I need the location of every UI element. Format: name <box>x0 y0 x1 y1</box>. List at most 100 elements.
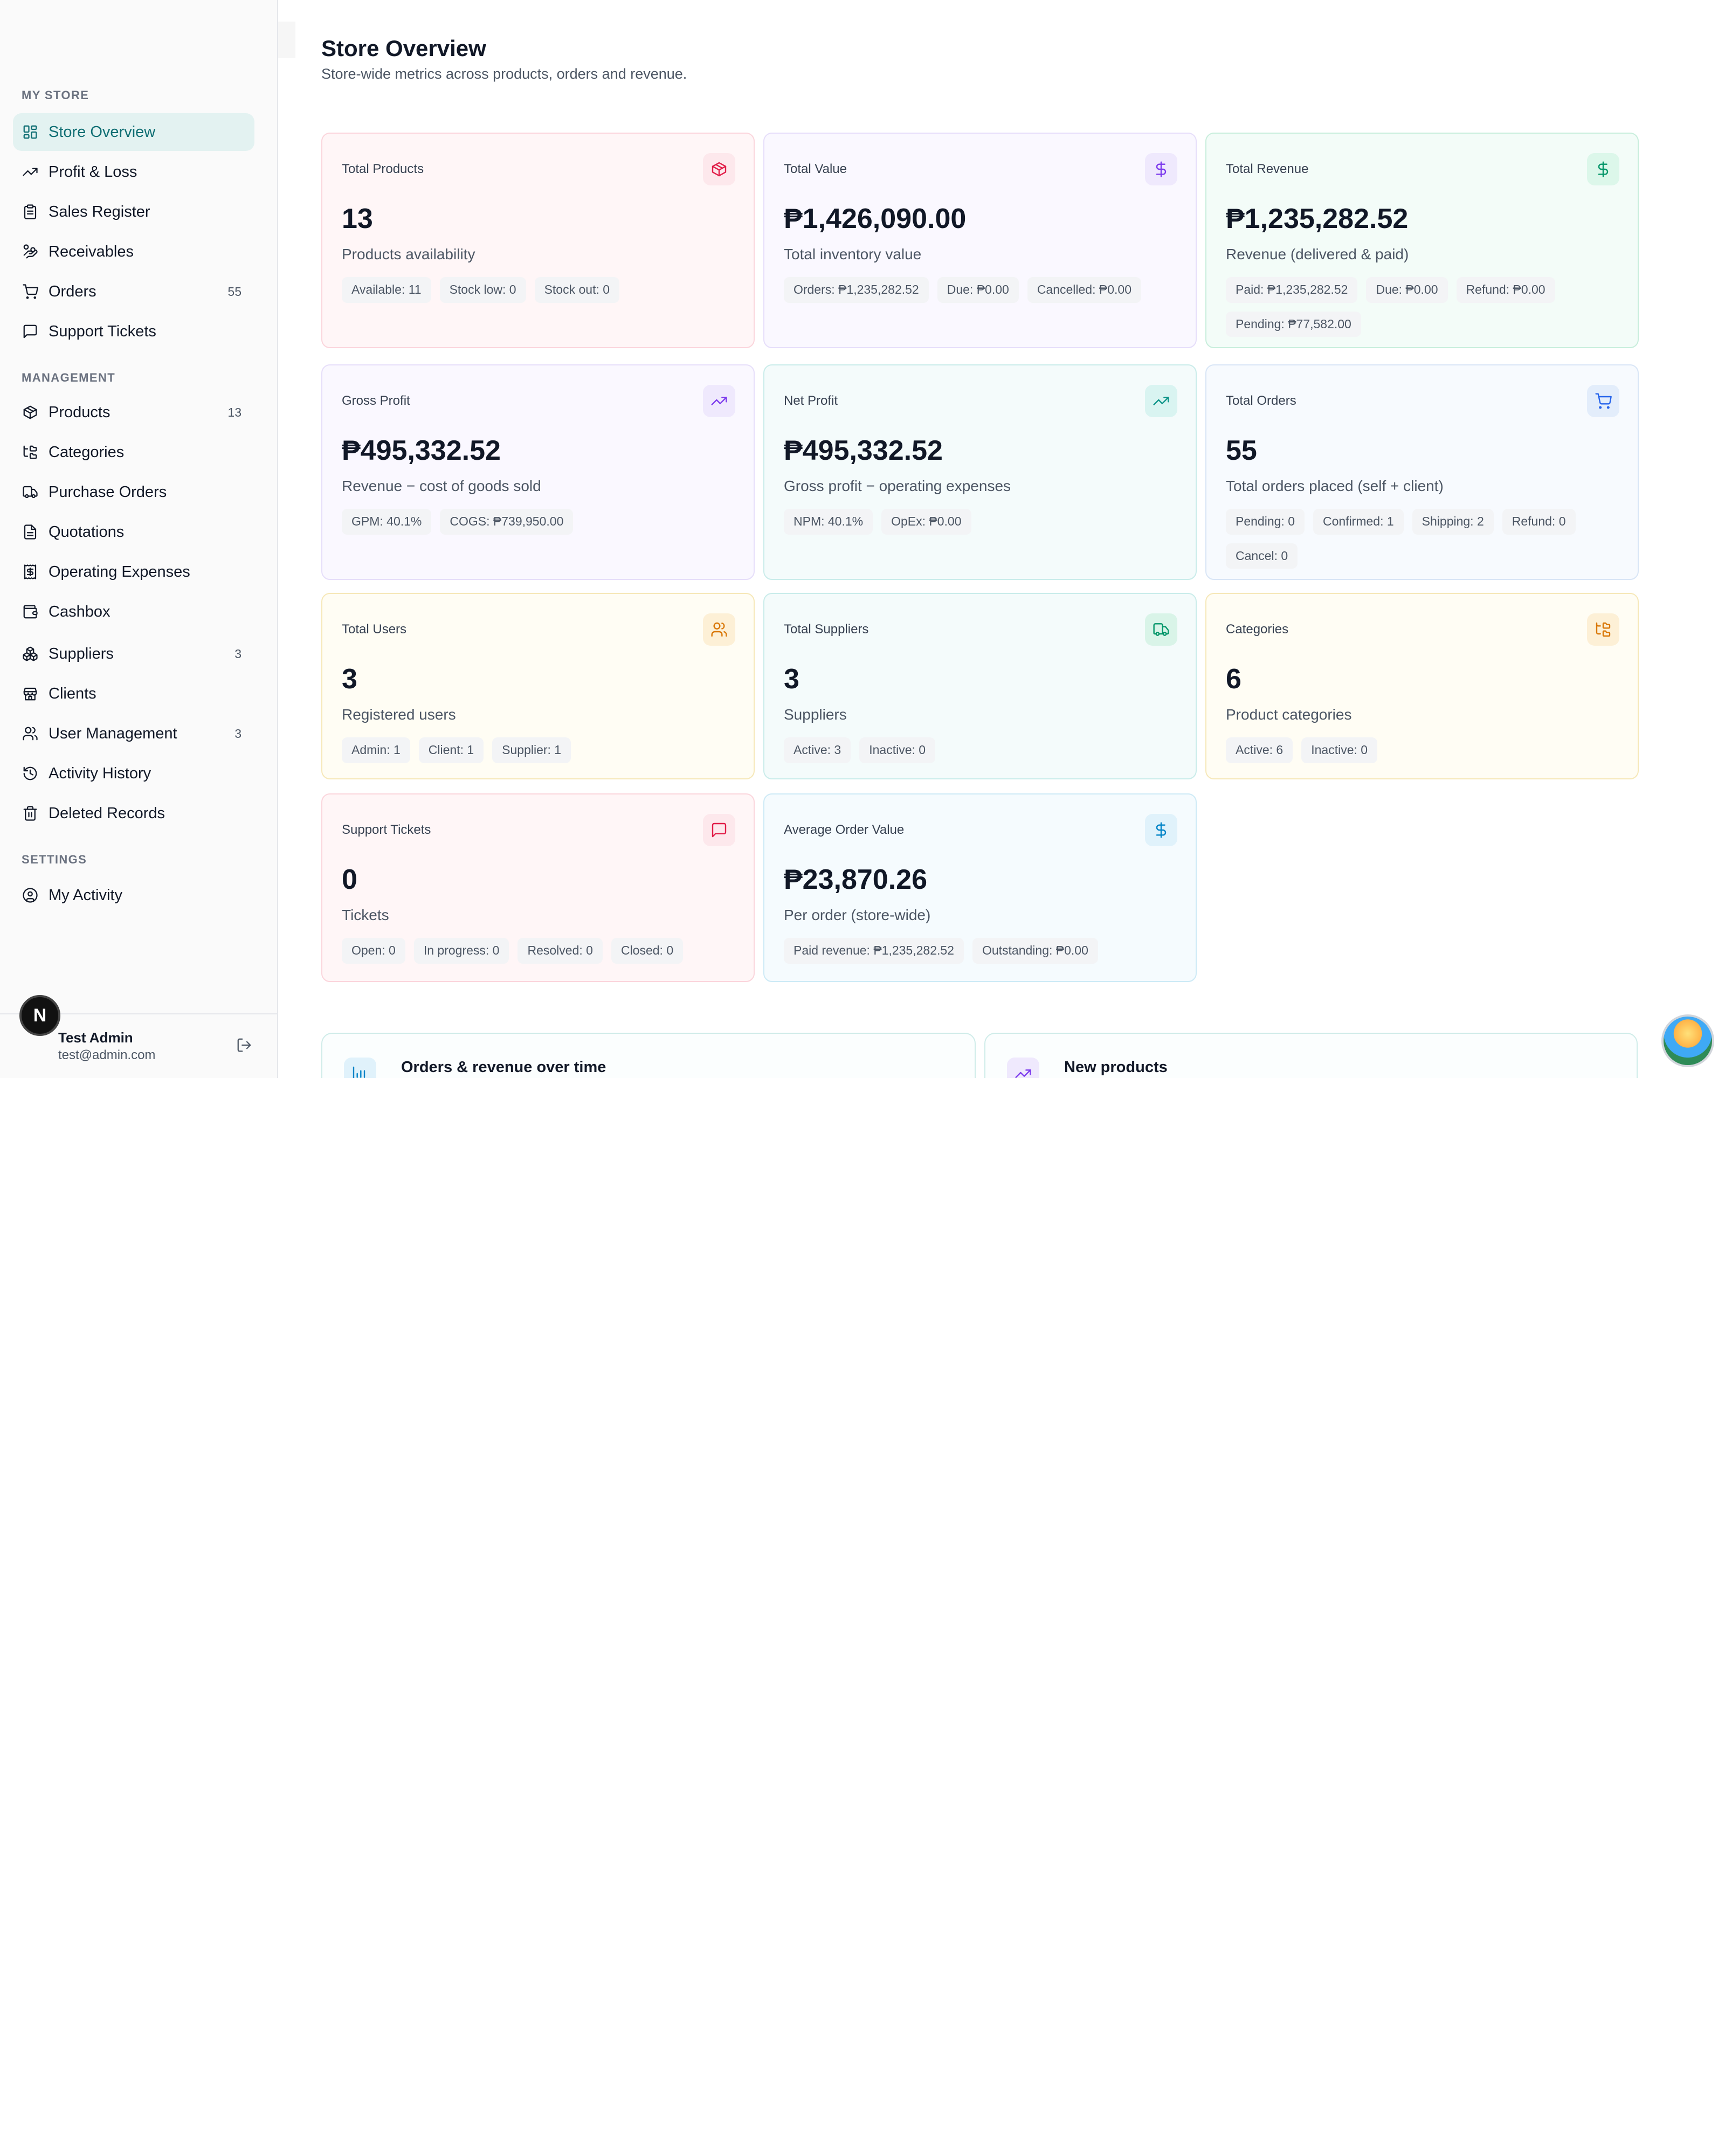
sidebar-item-clients[interactable]: Clients <box>13 675 254 713</box>
card-title: Gross Profit <box>342 393 410 408</box>
stat-chip: Admin: 1 <box>342 737 410 763</box>
sidebar-item-quotations[interactable]: Quotations <box>13 513 254 551</box>
sidebar-item-label: Quotations <box>49 523 125 541</box>
section-label-settings: SETTINGS <box>22 853 87 866</box>
card-description: Total orders placed (self + client) <box>1226 478 1444 494</box>
user-email: test@admin.com <box>58 1048 156 1062</box>
section-label-my-store: MY STORE <box>22 88 89 102</box>
sidebar-item-categories[interactable]: Categories <box>13 433 254 471</box>
sidebar-item-label: Operating Expenses <box>49 563 190 581</box>
card-chips: Paid revenue: ₱1,235,282.52 Outstanding: … <box>784 938 1183 964</box>
stat-card-total-orders[interactable]: Total Orders 55 Total orders placed (self … <box>1205 364 1639 580</box>
card-value: 3 <box>342 664 357 695</box>
stat-card-categories[interactable]: Categories 6 Product categories Active: 6 In… <box>1205 593 1639 779</box>
sidebar-item-label: Orders <box>49 282 96 300</box>
card-chips: Admin: 1 Client: 1 Supplier: 1 <box>342 737 741 763</box>
card-title: Total Revenue <box>1226 162 1309 176</box>
sidebar-item-support-tickets[interactable]: Support Tickets <box>13 313 254 350</box>
stat-chip: Cancel: 0 <box>1226 543 1298 569</box>
sidebar-item-suppliers[interactable]: Suppliers 3 <box>13 635 254 673</box>
package-icon <box>703 153 735 185</box>
sidebar-item-count: 3 <box>234 646 242 661</box>
card-value: ₱1,235,282.52 <box>1226 203 1409 234</box>
sidebar-item-user-management[interactable]: User Management 3 <box>13 715 254 752</box>
card-title: Total Suppliers <box>784 622 869 637</box>
stat-card-total-suppliers[interactable]: Total Suppliers 3 Suppliers Active: 3 Inacti… <box>763 593 1197 779</box>
stat-chip: Active: 6 <box>1226 737 1293 763</box>
users-icon <box>703 613 735 646</box>
boxes-icon <box>22 645 39 662</box>
stat-card-total-value[interactable]: Total Value ₱1,426,090.00 Total inventory … <box>763 133 1197 348</box>
stat-card-average-order-value[interactable]: Average Order Value ₱23,870.26 Per order (… <box>763 793 1197 982</box>
sidebar-item-store-overview[interactable]: Store Overview <box>13 113 254 151</box>
stat-chip: Inactive: 0 <box>1301 737 1378 763</box>
card-value: ₱23,870.26 <box>784 864 928 895</box>
stat-chip: Paid revenue: ₱1,235,282.52 <box>784 938 964 964</box>
sidebar-item-label: Receivables <box>49 243 134 260</box>
stat-chip: Outstanding: ₱0.00 <box>972 938 1098 964</box>
truck-icon <box>22 483 39 501</box>
cart-icon <box>22 283 39 300</box>
sidebar-item-label: Purchase Orders <box>49 483 167 501</box>
sidebar-item-label: Suppliers <box>49 645 114 662</box>
stat-card-gross-profit[interactable]: Gross Profit ₱495,332.52 Revenue − cost of… <box>321 364 755 580</box>
sidebar-item-purchase-orders[interactable]: Purchase Orders <box>13 473 254 511</box>
card-title: Categories <box>1226 622 1289 637</box>
card-description: Revenue (delivered & paid) <box>1226 246 1409 262</box>
card-description: Products availability <box>342 246 475 262</box>
panel-orders-and-revenue-over-time: Orders & revenue over time <box>321 1033 976 1078</box>
sidebar-item-receivables[interactable]: Receivables <box>13 233 254 271</box>
card-description: Tickets <box>342 907 389 923</box>
stat-chip: COGS: ₱739,950.00 <box>440 509 574 535</box>
sidebar-item-profit-and-loss[interactable]: Profit & Loss <box>13 153 254 191</box>
card-value: 3 <box>784 664 799 695</box>
stat-card-total-users[interactable]: Total Users 3 Registered users Admin: 1 Clie… <box>321 593 755 779</box>
card-description: Revenue − cost of goods sold <box>342 478 541 494</box>
stat-card-support-tickets[interactable]: Support Tickets 0 Tickets Open: 0 In progres… <box>321 793 755 982</box>
sidebar-item-label: Categories <box>49 443 125 461</box>
sidebar-item-deleted-records[interactable]: Deleted Records <box>13 794 254 832</box>
avatar[interactable]: N <box>19 995 60 1036</box>
panel-new-products: New products <box>984 1033 1638 1078</box>
section-label-management: MANAGEMENT <box>22 371 116 384</box>
stat-card-total-revenue[interactable]: Total Revenue ₱1,235,282.52 Revenue (deliv… <box>1205 133 1639 348</box>
card-description: Product categories <box>1226 706 1352 723</box>
card-title: Total Value <box>784 162 847 176</box>
card-value: 0 <box>342 864 357 895</box>
stat-chip: Open: 0 <box>342 938 405 964</box>
sidebar-item-count: 13 <box>227 405 242 419</box>
sidebar-item-my-activity[interactable]: My Activity <box>13 876 254 914</box>
stat-chip: Client: 1 <box>418 737 484 763</box>
trash-icon <box>22 805 39 822</box>
trend-up-icon <box>703 385 735 417</box>
stat-card-net-profit[interactable]: Net Profit ₱495,332.52 Gross profit − oper… <box>763 364 1197 580</box>
stat-chip: Pending: 0 <box>1226 509 1305 535</box>
stat-chip: Available: 11 <box>342 277 431 303</box>
sidebar-item-operating-expenses[interactable]: Operating Expenses <box>13 553 254 591</box>
sidebar-item-cashbox[interactable]: Cashbox <box>13 593 254 631</box>
logout-icon[interactable] <box>236 1037 253 1054</box>
stat-chip: Orders: ₱1,235,282.52 <box>784 277 929 303</box>
stat-card-total-products[interactable]: Total Products 13 Products availability Ava… <box>321 133 755 348</box>
trend-up-icon <box>1145 385 1177 417</box>
sidebar-item-sales-register[interactable]: Sales Register <box>13 193 254 231</box>
sidebar-item-orders[interactable]: Orders 55 <box>13 273 254 310</box>
stat-chip: In progress: 0 <box>413 938 509 964</box>
card-title: Support Tickets <box>342 823 431 837</box>
sidebar-item-activity-history[interactable]: Activity History <box>13 755 254 792</box>
stat-chip: Stock out: 0 <box>534 277 620 303</box>
folder-tree-icon <box>22 444 39 461</box>
sidebar-item-products[interactable]: Products 13 <box>13 393 254 431</box>
assistant-avatar-button[interactable] <box>1661 1014 1714 1067</box>
panel-title: Orders & revenue over time <box>401 1059 606 1076</box>
card-title: Average Order Value <box>784 823 905 837</box>
stat-chip: Supplier: 1 <box>492 737 571 763</box>
message-icon <box>22 323 39 340</box>
stat-chip: NPM: 40.1% <box>784 509 873 535</box>
page-subtitle: Store-wide metrics across products, orde… <box>321 66 687 82</box>
page-title: Store Overview <box>321 36 486 61</box>
stat-chip: Refund: ₱0.00 <box>1456 277 1555 303</box>
truck-icon <box>1145 613 1177 646</box>
card-chips: NPM: 40.1% OpEx: ₱0.00 <box>784 509 1183 535</box>
sidebar-item-label: Sales Register <box>49 203 150 220</box>
